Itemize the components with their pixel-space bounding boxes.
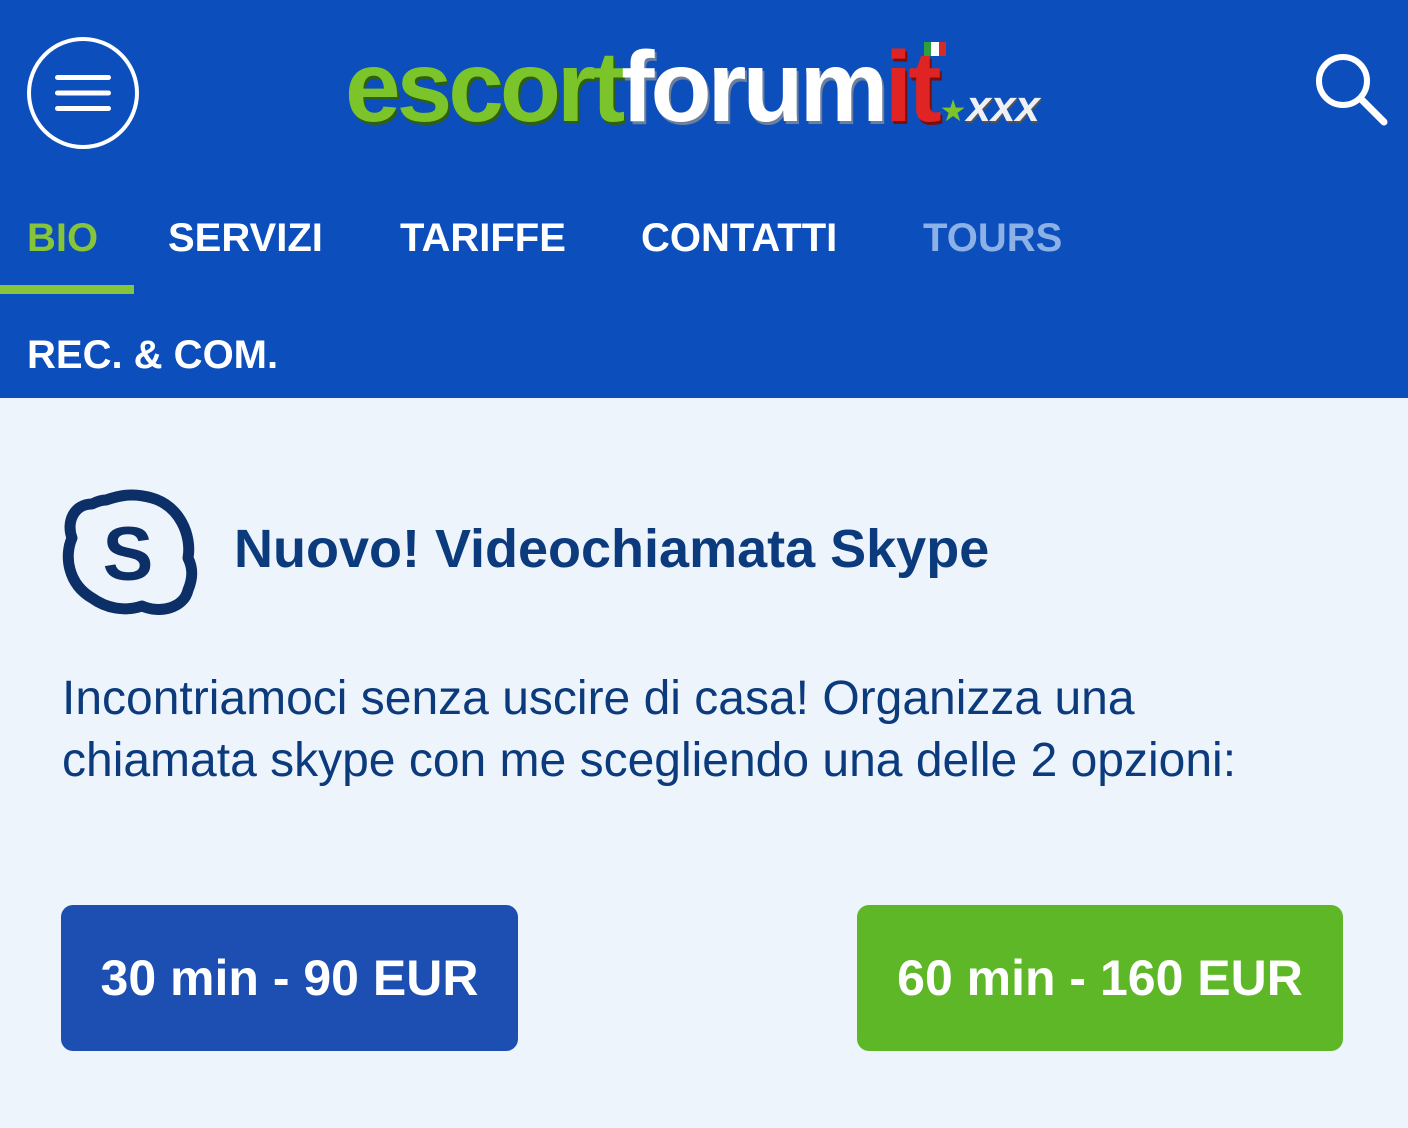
logo-part-escort: escort (345, 31, 625, 143)
logo-part-xxx: xxx (966, 82, 1040, 131)
skype-videocall-section: S Nuovo! Videochiamata Skype Incontriamo… (0, 398, 1408, 1128)
profile-tabs: BIO SERVIZI TARIFFE CONTATTI TOURS (0, 190, 1408, 300)
skype-title: Nuovo! Videochiamata Skype (234, 519, 990, 579)
svg-text:S: S (103, 512, 154, 597)
tab-tariffe[interactable]: TARIFFE (400, 216, 566, 261)
tab-contatti[interactable]: CONTATTI (641, 216, 837, 261)
option-60-min-button[interactable]: 60 min - 160 EUR (857, 905, 1343, 1051)
tab-tours: TOURS (923, 216, 1063, 260)
site-header: escort forum it ★ xxx BIO SERVIZI TARIFF… (0, 0, 1408, 398)
italian-flag-icon (924, 42, 946, 56)
option-30-min-button[interactable]: 30 min - 90 EUR (61, 905, 518, 1051)
tab-servizi[interactable]: SERVIZI (168, 216, 323, 261)
skype-description: Incontriamoci senza uscire di casa! Orga… (62, 672, 1237, 787)
search-icon[interactable] (1310, 48, 1390, 128)
logo-part-forum: forum (621, 31, 888, 143)
tab-rec-com[interactable]: REC. & COM. (27, 333, 278, 378)
hamburger-menu-icon[interactable] (27, 37, 139, 149)
star-icon: ★ (939, 95, 967, 128)
tab-bio[interactable]: BIO (27, 216, 98, 261)
skype-icon: S (62, 486, 198, 622)
active-tab-indicator (0, 285, 134, 294)
